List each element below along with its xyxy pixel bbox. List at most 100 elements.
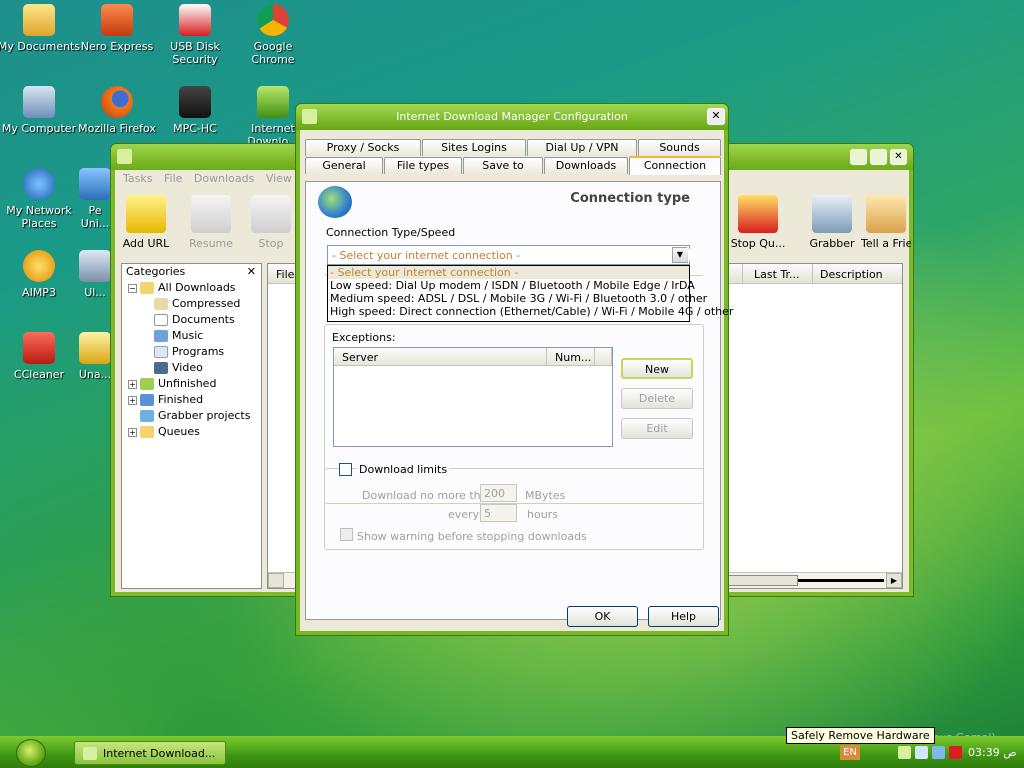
resume-button[interactable]: Resume	[180, 195, 242, 250]
tab-file-types[interactable]: File types	[384, 157, 462, 174]
tab-dial-up-vpn[interactable]: Dial Up / VPN	[527, 139, 637, 156]
language-indicator[interactable]: EN	[840, 745, 860, 760]
tell-friend-button[interactable]: Tell a Frie...	[861, 195, 911, 250]
desktop-icon-partial-3[interactable]: Una...	[75, 332, 115, 381]
minimize-button[interactable]	[850, 149, 867, 165]
desktop-icon-my-network-places[interactable]: My Network Places	[0, 168, 81, 230]
expand-icon[interactable]: +	[128, 395, 137, 405]
desktop-icon-aimp3[interactable]: AIMP3	[0, 250, 81, 299]
app-icon	[79, 250, 111, 282]
tab-row-front: General File types Save to Downloads Con…	[305, 156, 721, 175]
dropdown-option-medium-speed[interactable]: Medium speed: ADSL / DSL / Mobile 3G / W…	[328, 292, 707, 305]
grabber-button[interactable]: Grabber	[801, 195, 863, 250]
tab-sounds[interactable]: Sounds	[638, 139, 721, 156]
add-url-button[interactable]: Add URL	[115, 195, 177, 250]
document-icon	[154, 314, 168, 326]
close-button[interactable]: ✕	[890, 149, 907, 165]
desktop-icon-mpc-hc[interactable]: MPC-HC	[153, 86, 237, 135]
scroll-thumb[interactable]	[728, 575, 798, 586]
network-tray-icon[interactable]	[915, 746, 928, 759]
new-button[interactable]: New	[621, 358, 693, 379]
tab-general[interactable]: General	[305, 157, 383, 174]
stop-queue-button[interactable]: Stop Qu...	[727, 195, 789, 250]
tree-item-unfinished[interactable]: + Unfinished	[128, 376, 261, 392]
tree-item-video[interactable]: Video	[128, 360, 261, 376]
tab-sites-logins[interactable]: Sites Logins	[422, 139, 526, 156]
taskbar-item-idm[interactable]: Internet Download...	[74, 741, 226, 765]
edit-button[interactable]: Edit	[621, 418, 693, 439]
column-file[interactable]: File	[276, 268, 294, 281]
desktop-icon-mozilla-firefox[interactable]: Mozilla Firefox	[75, 86, 159, 135]
column-last-try[interactable]: Last Tr...	[754, 268, 800, 281]
idm-app-icon	[117, 149, 132, 164]
download-limits-checkbox[interactable]	[339, 463, 352, 476]
menu-tasks[interactable]: Tasks	[119, 170, 156, 187]
help-button[interactable]: Help	[648, 606, 719, 627]
ccleaner-icon	[23, 332, 55, 364]
tree-item-programs[interactable]: Programs	[128, 344, 261, 360]
dropdown-option-low-speed[interactable]: Low speed: Dial Up modem / ISDN / Blueto…	[328, 279, 695, 292]
menu-downloads[interactable]: Downloads	[190, 170, 258, 187]
dialog-titlebar[interactable]: Internet Download Manager Configuration …	[296, 104, 728, 130]
tree-label: Music	[172, 329, 204, 342]
expand-icon[interactable]: +	[128, 427, 137, 437]
scroll-right-button[interactable]: ▶	[886, 573, 902, 588]
collapse-icon[interactable]: −	[128, 283, 137, 293]
desktop-icon-label: AIMP3	[22, 286, 56, 299]
ok-button[interactable]: OK	[567, 606, 638, 627]
tree-label: Video	[172, 361, 203, 374]
exceptions-table[interactable]: Server Num...	[333, 347, 613, 447]
scroll-left-button[interactable]	[268, 573, 284, 588]
dropdown-option-high-speed[interactable]: High speed: Direct connection (Ethernet/…	[328, 305, 733, 318]
column-server[interactable]: Server	[334, 348, 547, 366]
desktop-icon-my-computer[interactable]: My Computer	[0, 86, 81, 135]
tree-item-all-downloads[interactable]: − All Downloads	[128, 280, 261, 296]
tab-downloads[interactable]: Downloads	[544, 157, 628, 174]
security-tray-icon[interactable]	[949, 746, 962, 759]
tree-item-music[interactable]: Music	[128, 328, 261, 344]
start-button[interactable]	[16, 739, 46, 767]
dropdown-option-select[interactable]: - Select your internet connection -	[328, 266, 689, 279]
desktop-icon-ccleaner[interactable]: CCleaner	[0, 332, 81, 381]
desktop-icon-google-chrome[interactable]: Google Chrome	[231, 4, 315, 66]
expand-icon[interactable]: +	[128, 379, 137, 389]
categories-close-icon[interactable]: ✕	[247, 265, 256, 278]
mbytes-unit-label: MBytes	[525, 489, 566, 502]
program-icon	[154, 346, 168, 358]
dialog-close-button[interactable]: ✕	[707, 108, 725, 125]
desktop-icon-my-documents[interactable]: My Documents	[0, 4, 81, 53]
safely-remove-tray-icon[interactable]	[932, 746, 945, 759]
tree-item-queues[interactable]: + Queues	[128, 424, 261, 440]
maximize-button[interactable]	[870, 149, 887, 165]
desktop-icon-usb-disk-security[interactable]: USB Disk Security	[153, 4, 237, 66]
clock[interactable]: 03:39 ص	[968, 746, 1017, 759]
resume-label: Resume	[188, 237, 234, 250]
menu-view[interactable]: View	[262, 170, 296, 187]
stop-button[interactable]: Stop	[246, 195, 296, 250]
tree-item-grabber-projects[interactable]: Grabber projects	[128, 408, 261, 424]
delete-button[interactable]: Delete	[621, 388, 693, 409]
finished-folder-icon	[140, 394, 154, 406]
grabber-folder-icon	[140, 410, 154, 422]
desktop-icon-partial-2[interactable]: Ul...	[75, 250, 115, 299]
idm-tray-icon[interactable]	[898, 746, 911, 759]
menu-file[interactable]: File	[160, 170, 186, 187]
show-warning-checkbox[interactable]	[340, 528, 353, 541]
column-num[interactable]: Num...	[547, 348, 595, 366]
tab-save-to[interactable]: Save to	[463, 157, 543, 174]
tree-item-compressed[interactable]: Compressed	[128, 296, 261, 312]
column-description[interactable]: Description	[820, 268, 883, 281]
desktop-icon-nero-express[interactable]: Nero Express	[75, 4, 159, 53]
mbytes-input[interactable]: 200	[480, 484, 517, 502]
column-divider[interactable]	[812, 264, 813, 284]
desktop-icon-partial-1[interactable]: Pe Uni...	[75, 168, 115, 230]
tab-connection[interactable]: Connection	[629, 156, 721, 175]
tell-friend-icon	[866, 195, 906, 233]
hours-input[interactable]: 5	[480, 504, 517, 522]
tab-proxy-socks[interactable]: Proxy / Socks	[305, 139, 421, 156]
tree-item-finished[interactable]: + Finished	[128, 392, 261, 408]
connection-type-combo[interactable]: - Select your internet connection - ▼	[327, 245, 690, 265]
column-divider[interactable]	[742, 264, 743, 284]
resume-icon	[191, 195, 231, 233]
tree-item-documents[interactable]: Documents	[128, 312, 261, 328]
